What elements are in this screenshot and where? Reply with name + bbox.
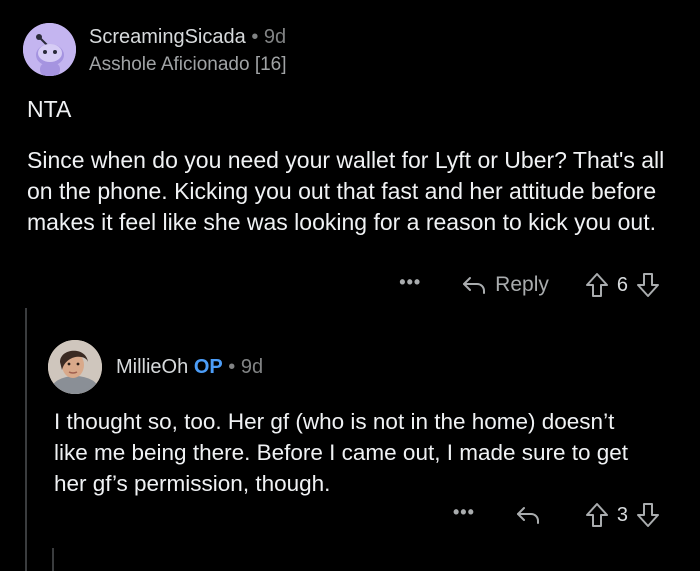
reddit-snoo-icon (23, 23, 76, 76)
downvote-arrow-icon[interactable] (636, 502, 660, 528)
avatar[interactable] (23, 23, 76, 76)
comment-author: ScreamingSicada • 9d (89, 26, 286, 49)
comment-actions: ••• 3 (453, 502, 660, 528)
comment: ScreamingSicada • 9d Asshole Aficionado … (0, 0, 700, 330)
vote-controls: 3 (585, 502, 660, 528)
comment-body: I thought so, too. Her gf (who is not in… (54, 409, 629, 496)
avatar[interactable] (48, 340, 102, 394)
comment-author: MillieOh OP • 9d (116, 356, 263, 379)
user-flair: Asshole Aficionado [16] (89, 54, 287, 75)
username[interactable]: MillieOh (116, 356, 188, 378)
separator: • (228, 356, 236, 378)
more-options-button[interactable]: ••• (453, 502, 475, 523)
user-photo-icon (48, 340, 102, 394)
downvote-arrow-icon[interactable] (636, 272, 660, 298)
comment-verdict: NTA (27, 96, 72, 122)
separator: • (251, 26, 259, 48)
vote-score: 6 (616, 273, 628, 296)
reply-button[interactable]: Reply (461, 273, 549, 297)
upvote-arrow-icon[interactable] (585, 502, 609, 528)
username[interactable]: ScreamingSicada (89, 26, 246, 48)
reply-comment: MillieOh OP • 9d I thought so, too. Her … (0, 330, 700, 571)
more-options-button[interactable]: ••• (399, 272, 421, 293)
vote-score: 3 (616, 503, 628, 526)
timestamp: 9d (263, 26, 287, 48)
reply-arrow-icon (516, 507, 539, 524)
upvote-arrow-icon[interactable] (585, 272, 609, 298)
comment-actions: ••• Reply 6 (399, 272, 660, 298)
comment-body: Since when do you need your wallet for L… (27, 147, 665, 235)
reply-label: Reply (495, 273, 549, 296)
op-badge: OP (193, 356, 223, 378)
reply-arrow-icon (463, 277, 486, 294)
reply-button[interactable] (515, 505, 549, 525)
timestamp: 9d (240, 356, 264, 378)
vote-controls: 6 (585, 272, 660, 298)
